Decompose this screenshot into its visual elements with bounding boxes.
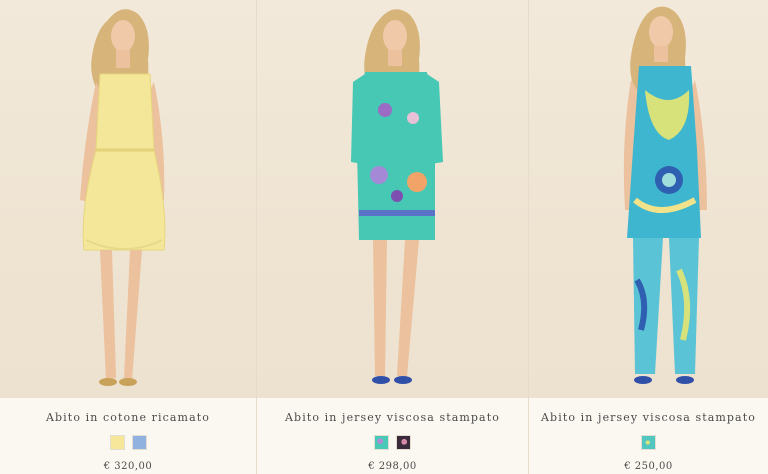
color-swatch-dark-floral[interactable] xyxy=(397,436,410,449)
product-title[interactable]: Abito in jersey viscosa stampato xyxy=(257,411,528,424)
color-swatch-aqua-floral[interactable] xyxy=(375,436,388,449)
model-aqua-print-dress-figure xyxy=(351,9,443,384)
product-price: € 320,00 xyxy=(103,461,153,472)
color-swatches xyxy=(529,436,768,449)
product-image[interactable] xyxy=(0,0,256,398)
product-price: € 298,00 xyxy=(368,461,417,472)
product-price: € 250,00 xyxy=(624,461,673,472)
product-image[interactable] xyxy=(257,0,528,398)
card-divider xyxy=(256,0,257,474)
color-swatches xyxy=(257,436,528,449)
model-paisley-tunic-pants-figure xyxy=(623,6,707,384)
product-card[interactable]: Abito in jersey viscosa stampato € 298,0… xyxy=(257,0,528,474)
product-image[interactable] xyxy=(529,0,768,398)
card-divider xyxy=(528,0,529,474)
product-card[interactable]: Abito in cotone ricamato € 320,00 xyxy=(0,0,256,474)
model-yellow-dress-figure xyxy=(80,9,166,386)
product-title[interactable]: Abito in jersey viscosa stampato xyxy=(529,411,768,424)
product-title[interactable]: Abito in cotone ricamato xyxy=(0,411,256,424)
color-swatch-turquoise-paisley[interactable] xyxy=(642,436,655,449)
color-swatch-light-blue[interactable] xyxy=(132,436,146,449)
product-grid: Abito in cotone ricamato € 320,00 Abito … xyxy=(0,0,768,474)
product-card[interactable]: Abito in jersey viscosa stampato € 250,0… xyxy=(529,0,768,474)
color-swatch-yellow[interactable] xyxy=(110,436,124,449)
color-swatches xyxy=(0,436,256,449)
